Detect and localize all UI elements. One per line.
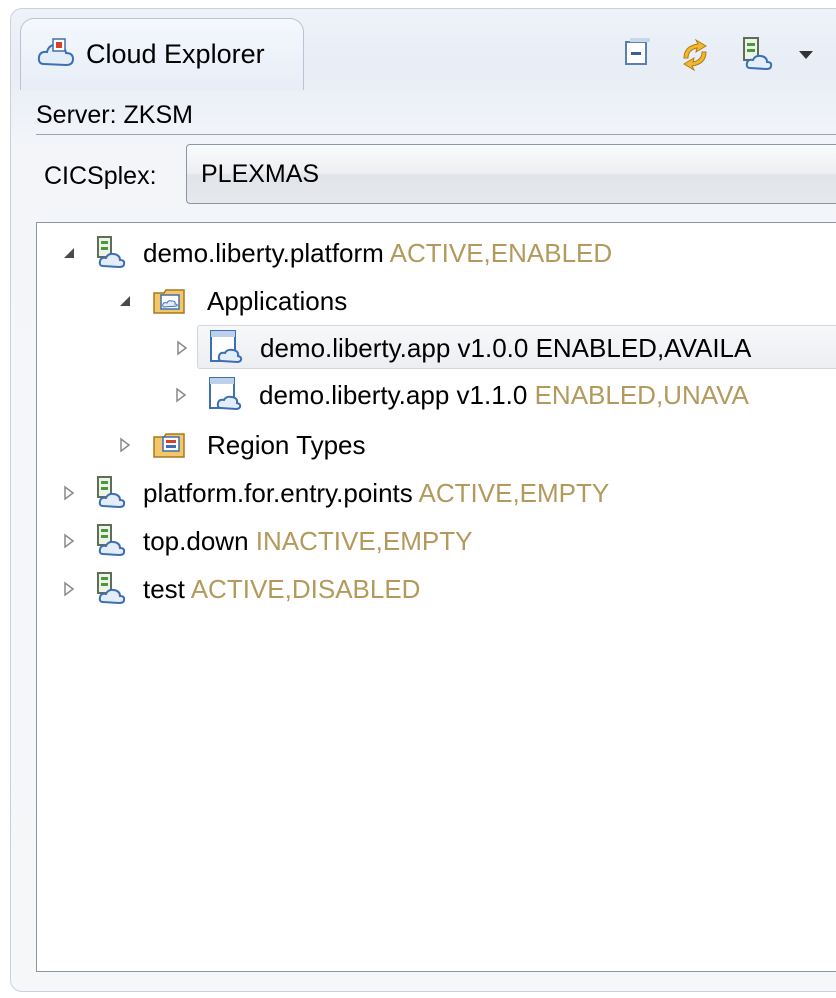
chevron-down-icon[interactable] — [796, 48, 816, 62]
region-types-folder-icon — [153, 433, 185, 458]
cicsplex-select[interactable]: PLEXMAS — [186, 144, 836, 204]
collapsed-twisty-icon[interactable] — [61, 533, 77, 549]
tab-title: Cloud Explorer — [86, 39, 265, 69]
tree-item-demo-liberty-app-v110[interactable]: demo.liberty.app v1.1.0 ENABLED,UNAVA — [37, 373, 836, 417]
application-icon — [209, 377, 242, 411]
collapsed-twisty-icon[interactable] — [174, 340, 190, 356]
collapsed-twisty-icon[interactable] — [117, 437, 133, 453]
cloud-explorer-icon — [37, 38, 75, 67]
platform-icon — [97, 236, 126, 269]
tree-item-status: ENABLED,UNAVA — [534, 380, 749, 410]
tree-item-applications[interactable]: Applications — [37, 279, 836, 323]
tree-item-demo-liberty-platform[interactable]: demo.liberty.platform ACTIVE,ENABLED — [37, 231, 836, 275]
divider — [36, 134, 836, 135]
resource-tree[interactable]: demo.liberty.platform ACTIVE,ENABLED App… — [36, 222, 836, 972]
tree-item-status: ACTIVE,ENABLED — [389, 238, 613, 268]
collapsed-twisty-icon[interactable] — [61, 581, 77, 597]
tree-item-status: INACTIVE,EMPTY — [255, 526, 473, 556]
platform-icon — [97, 524, 126, 557]
platform-icon — [97, 476, 126, 509]
tree-item-status: ACTIVE,EMPTY — [418, 478, 610, 508]
tree-item-test[interactable]: test ACTIVE,DISABLED — [37, 567, 836, 611]
tree-item-label: demo.liberty.app v1.1.0 — [259, 380, 528, 410]
cicsplex-label: CICSplex: — [44, 162, 157, 190]
server-label: Server: ZKSM — [36, 101, 193, 129]
platform-icon — [97, 572, 126, 605]
tree-item-platform-for-entry-points[interactable]: platform.for.entry.points ACTIVE,EMPTY — [37, 471, 836, 515]
tree-item-status: ACTIVE,DISABLED — [190, 574, 421, 604]
tree-item-label: test — [143, 574, 185, 604]
application-icon — [210, 330, 243, 364]
expanded-twisty-icon[interactable] — [117, 293, 133, 309]
collapsed-twisty-icon[interactable] — [173, 387, 189, 403]
tree-item-label: demo.liberty.platform — [143, 238, 384, 268]
expanded-twisty-icon[interactable] — [61, 245, 77, 261]
tree-item-label: platform.for.entry.points — [143, 478, 413, 508]
tree-item-top-down[interactable]: top.down INACTIVE,EMPTY — [37, 519, 836, 563]
platform-menu-icon[interactable] — [738, 34, 776, 74]
tree-item-label: Region Types — [207, 430, 366, 460]
collapsed-twisty-icon[interactable] — [61, 485, 77, 501]
tree-item-label: top.down — [143, 526, 249, 556]
tree-item-label: Applications — [207, 286, 348, 316]
applications-folder-icon — [153, 289, 185, 314]
cicsplex-selected-value: PLEXMAS — [201, 160, 320, 188]
tree-item-region-types[interactable]: Region Types — [37, 423, 836, 467]
refresh-sync-icon[interactable] — [676, 34, 714, 74]
tree-item-label: demo.liberty.app v1.0.0 ENABLED,AVAILA — [260, 333, 752, 363]
tree-item-demo-liberty-app-v100[interactable]: demo.liberty.app v1.0.0 ENABLED,AVAILA — [177, 325, 836, 369]
collapse-all-icon[interactable] — [620, 34, 658, 74]
